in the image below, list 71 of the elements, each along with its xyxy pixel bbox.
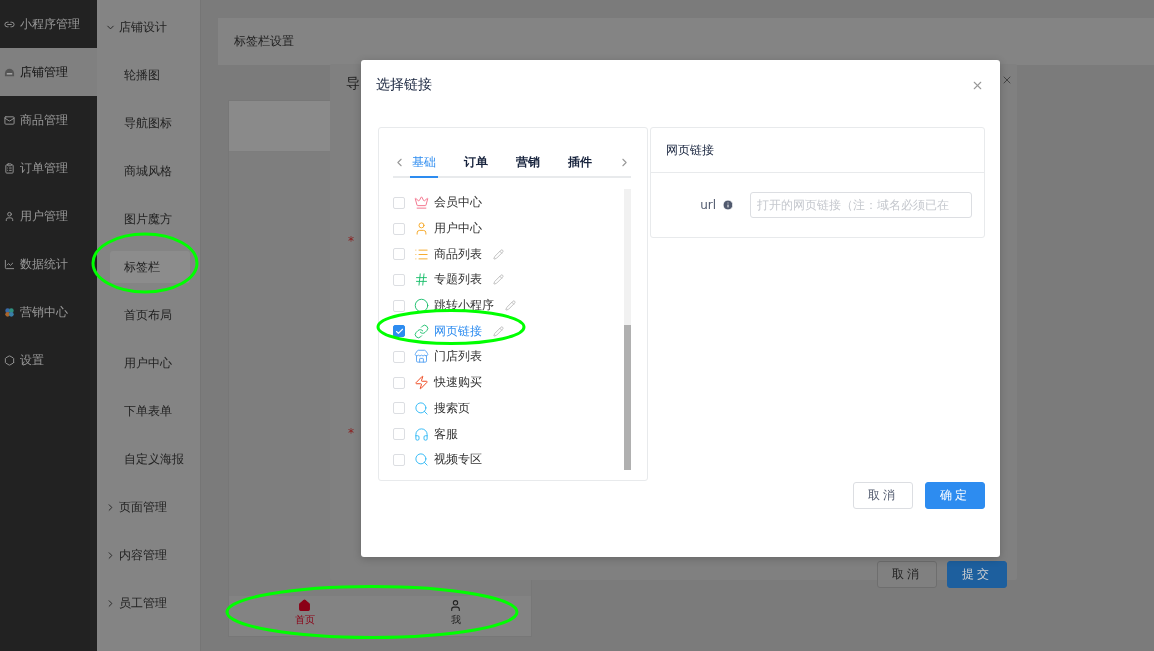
link-option[interactable]: 搜索页 (393, 395, 624, 422)
hexagon-icon (4, 354, 15, 366)
headset-icon (414, 426, 429, 442)
pencil-icon[interactable] (493, 325, 504, 337)
submenu-item[interactable]: 标签栏 (110, 251, 190, 283)
mail-icon (4, 114, 15, 126)
info-icon[interactable] (722, 199, 734, 211)
dialog-title: 导 (346, 75, 360, 93)
crown-icon (414, 195, 429, 211)
submenu-group[interactable]: 员工管理 (97, 579, 200, 627)
lightning-icon (414, 375, 429, 391)
confirm-button[interactable]: 确定 (925, 482, 985, 509)
submenu-item[interactable]: 首页布局 (110, 299, 190, 331)
check-icon (394, 326, 404, 336)
tab[interactable]: 订单 (462, 148, 490, 178)
scrollbar[interactable] (624, 189, 631, 470)
link-icon (414, 323, 429, 339)
submenu-group[interactable]: 内容管理 (97, 531, 200, 579)
circle-icon (414, 298, 429, 314)
user-icon (449, 599, 462, 612)
user-icon (414, 221, 429, 237)
dome-icon (4, 66, 15, 78)
pencil-icon[interactable] (493, 274, 504, 286)
link-option[interactable]: 用户中心 (393, 215, 624, 242)
submenu-item[interactable]: 导航图标 (110, 107, 190, 139)
home-icon (298, 599, 311, 612)
required-mark: * (348, 234, 354, 248)
clipboard-icon (4, 162, 15, 174)
link-option[interactable]: 跳转小程序 (393, 292, 624, 319)
tab[interactable]: 营销 (514, 148, 542, 178)
link-option[interactable]: 门店列表 (393, 344, 624, 370)
cancel-button[interactable]: 取消 (877, 561, 937, 588)
user-icon (4, 210, 15, 222)
field-label: url (700, 198, 716, 212)
submenu-item[interactable]: 下单表单 (110, 395, 190, 427)
chevron-right-icon (105, 501, 116, 513)
cancel-button[interactable]: 取消 (853, 482, 913, 509)
close-icon[interactable] (1001, 74, 1013, 86)
panel-title: 网页链接 (666, 141, 714, 159)
link-option[interactable]: 会员中心 (393, 190, 624, 216)
submenu-group[interactable]: 页面管理 (97, 483, 200, 531)
search-icon (414, 400, 429, 416)
link-option[interactable]: 网页链接 (393, 318, 624, 345)
petals-icon (4, 306, 15, 318)
link-option[interactable]: 快速购买 (393, 369, 624, 396)
submenu-group[interactable]: 店铺设计 (97, 3, 200, 51)
page-title: 标签栏设置 (218, 18, 1154, 65)
submenu-item[interactable]: 自定义海报 (110, 443, 190, 475)
submenu-item[interactable]: 用户中心 (110, 347, 190, 379)
checkbox[interactable] (393, 325, 405, 338)
tab[interactable]: 基础 (410, 148, 438, 178)
link-option[interactable]: 商品列表 (393, 241, 624, 268)
submenu-item[interactable]: 商城风格 (110, 155, 190, 187)
link-option[interactable]: 专题列表 (393, 267, 624, 293)
tab[interactable]: 插件 (566, 148, 594, 178)
search-icon (414, 452, 429, 468)
link-option[interactable]: 视频专区 (393, 446, 624, 473)
pencil-icon[interactable] (493, 248, 504, 260)
required-mark: * (348, 426, 354, 440)
modal-title: 选择链接 (376, 76, 432, 94)
line-chart-icon (4, 258, 15, 270)
tabbar-item[interactable]: 我 (380, 596, 531, 636)
submenu-item[interactable]: 图片魔方 (110, 203, 190, 235)
submit-button[interactable]: 提交 (947, 561, 1007, 588)
submenu-item[interactable]: 轮播图 (110, 59, 190, 91)
store-icon (414, 349, 429, 365)
link-option[interactable]: 客服 (393, 421, 624, 447)
sidebar-item[interactable]: 店铺管理 (0, 48, 97, 96)
list-icon (414, 246, 429, 262)
pencil-icon[interactable] (505, 300, 516, 312)
hash-icon (414, 272, 429, 288)
